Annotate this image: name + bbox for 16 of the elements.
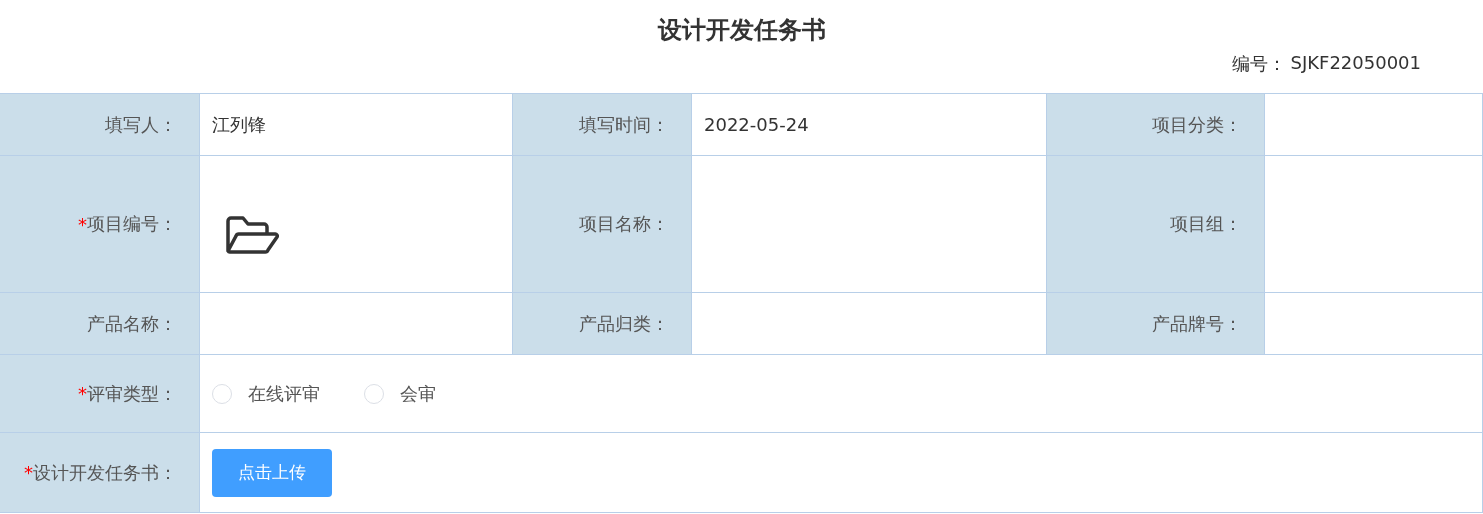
field-label: 项目分类：: [1047, 94, 1265, 156]
field-label: 填写人：: [0, 94, 200, 156]
field-label: *项目编号：: [0, 156, 200, 293]
field-label: 填写时间：: [513, 94, 692, 156]
field-label: 产品牌号：: [1047, 293, 1265, 355]
field-label: *评审类型：: [0, 355, 200, 433]
document-number: 编号： SJKF22050001: [1232, 52, 1421, 76]
radio-option[interactable]: 在线评审: [212, 381, 320, 406]
radio-option[interactable]: 会审: [364, 381, 436, 406]
form-title: 设计开发任务书: [657, 15, 826, 46]
field-label: 产品名称：: [0, 293, 200, 355]
folder-icon[interactable]: [224, 215, 280, 257]
field-label: *设计开发任务书：: [0, 433, 200, 512]
field-label: 产品归类：: [513, 293, 692, 355]
field-label: 项目名称：: [513, 156, 692, 293]
field-label: 项目组：: [1047, 156, 1265, 293]
